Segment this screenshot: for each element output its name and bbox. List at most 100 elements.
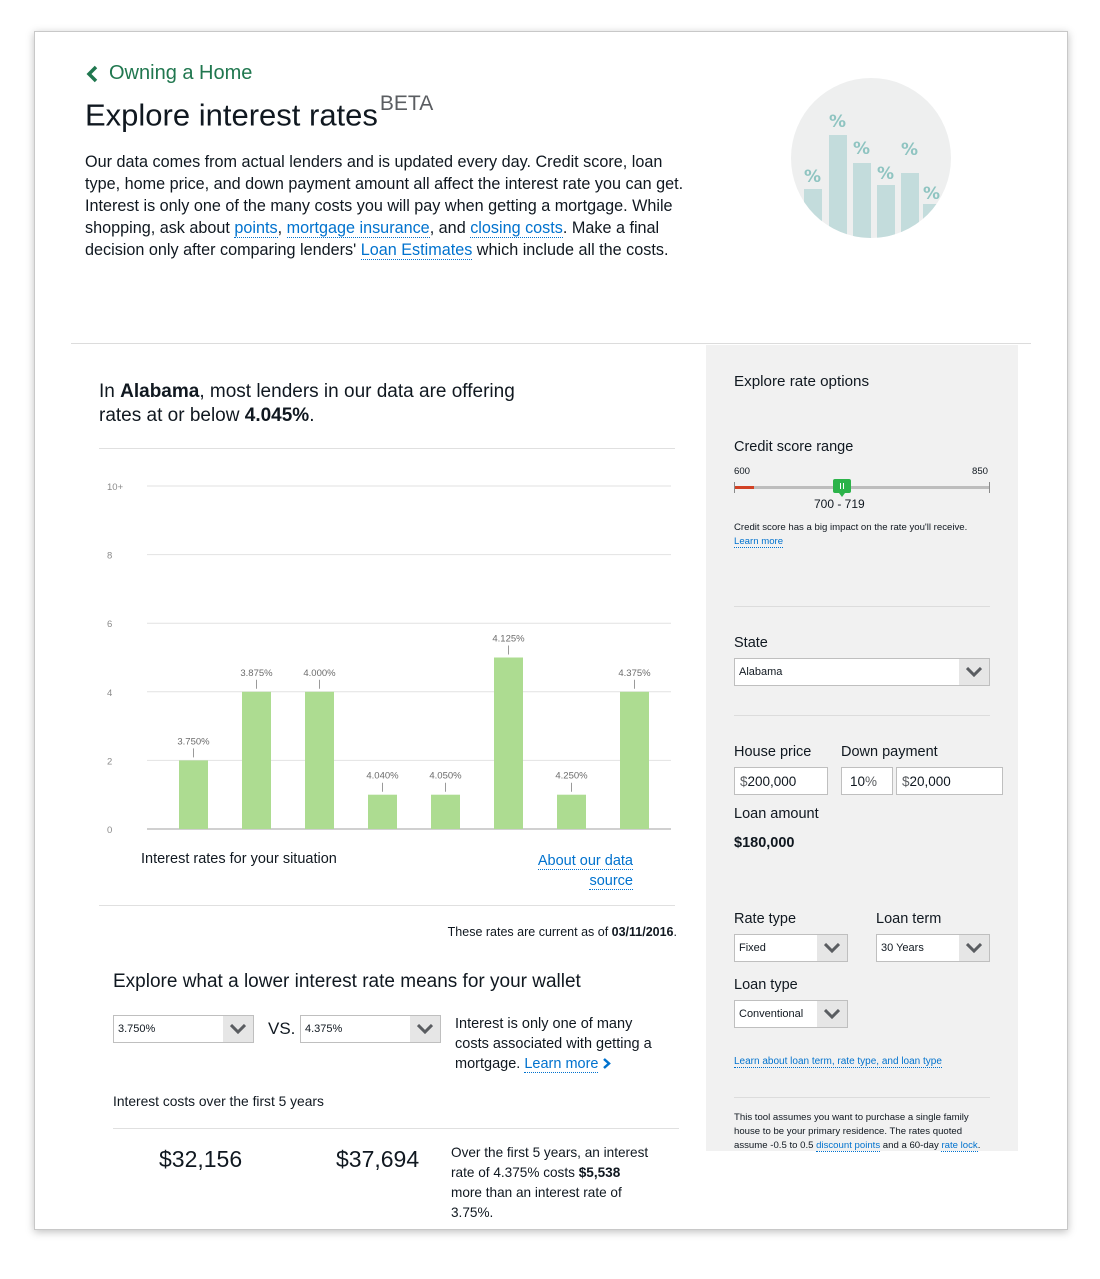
chart-bar [242, 691, 271, 829]
chart-bar [305, 691, 334, 829]
points-link[interactable]: points [234, 219, 278, 238]
loan-info-link[interactable]: Learn about loan term, rate type, and lo… [734, 1056, 942, 1068]
closing-costs-link[interactable]: closing costs [470, 219, 563, 238]
loan-term-label: Loan term [876, 911, 942, 927]
summary-state: Alabama [120, 381, 200, 402]
divider [734, 715, 990, 716]
down-percent-value: 10 [850, 773, 866, 789]
chart-bar [368, 794, 397, 829]
y-tick-label: 4 [107, 688, 112, 699]
loan-type-select[interactable]: Conventional [734, 1000, 848, 1028]
down-payment-amount-input[interactable]: $20,000 [896, 767, 1003, 795]
page-title: Explore interest ratesBETA [85, 92, 433, 133]
currency-prefix: $ [740, 773, 748, 789]
credit-note-text: Credit score has a big impact on the rat… [734, 522, 968, 533]
loan-estimates-link[interactable]: Loan Estimates [360, 241, 473, 260]
svg-text:%: % [804, 167, 821, 187]
rate-type-value: Fixed [739, 942, 766, 954]
slider-tick [989, 482, 990, 493]
down-amount-value: 20,000 [909, 773, 951, 789]
loan-amount-label: Loan amount [734, 806, 819, 822]
rate-summary: In Alabama, most lenders in our data are… [99, 380, 539, 428]
bar-label: 4.040% [366, 771, 399, 782]
interest-cost-a: $32,156 [159, 1146, 243, 1172]
divider [734, 606, 990, 607]
chevron-right-icon [603, 1058, 612, 1069]
rate-b-value: 4.375% [305, 1023, 343, 1035]
chart-bar [179, 760, 208, 829]
panel-title: Explore rate options [734, 373, 870, 390]
chart-xlabel: Interest rates for your situation [141, 851, 337, 867]
summary-rate: 4.045% [244, 405, 310, 426]
wallet-note: Interest is only one of many costs assoc… [455, 1014, 667, 1074]
down-payment-percent-input[interactable]: 10% [841, 767, 893, 795]
house-price-input[interactable]: $200,000 [734, 767, 828, 795]
y-tick-label: 0 [107, 825, 112, 836]
state-label: State [734, 635, 768, 651]
currency-prefix: $ [902, 773, 910, 789]
chevron-down-icon[interactable] [410, 1016, 440, 1042]
svg-text:%: % [923, 184, 940, 204]
bar-label: 4.050% [429, 771, 462, 782]
loan-term-select[interactable]: 30 Years [876, 934, 990, 962]
intro-text: which include all the costs. [472, 241, 669, 259]
header-divider [71, 343, 1031, 344]
credit-learn-more-link[interactable]: Learn more [734, 536, 784, 548]
page-frame: Owning a Home Explore interest ratesBETA… [34, 31, 1068, 1230]
credit-score-label: Credit score range [734, 439, 854, 455]
rate-type-select[interactable]: Fixed [734, 934, 848, 962]
bar-label: 4.000% [303, 668, 336, 679]
discount-points-link[interactable]: discount points [816, 1140, 881, 1152]
percent-suffix: % [865, 773, 878, 789]
rate-b-select[interactable]: 4.375% [300, 1015, 441, 1043]
credit-min-label: 600 [734, 466, 751, 477]
chart-xlabel-text: Interest rates for your situation [141, 851, 337, 867]
about-data-source-text[interactable]: About our data source [537, 853, 633, 890]
svg-text:%: % [901, 140, 918, 160]
rate-a-select[interactable]: 3.750% [113, 1015, 254, 1043]
cost-note-text: more than an interest rate of 3.75%. [451, 1185, 622, 1220]
divider [99, 905, 675, 906]
state-select[interactable]: Alabama [734, 658, 990, 686]
slider-track[interactable] [734, 486, 990, 489]
divider [113, 1128, 679, 1129]
down-payment-label: Down payment [841, 744, 938, 760]
chevron-down-icon[interactable] [959, 659, 989, 685]
svg-text:%: % [829, 112, 846, 132]
percent-bars-illustration: % % % % % % [791, 78, 951, 238]
house-price-label: House price [734, 744, 812, 760]
rate-type-label: Rate type [734, 911, 797, 927]
loan-info-link-wrap: Learn about loan term, rate type, and lo… [734, 1056, 942, 1068]
interest-costs-label: Interest costs over the first 5 years [113, 1094, 324, 1109]
rate-options-panel: Explore rate options Credit score range … [706, 345, 1018, 1153]
chevron-down-icon[interactable] [959, 935, 989, 961]
loan-type-value: Conventional [739, 1008, 804, 1020]
rates-chart: 0 2 4 6 8 10+ 3.750% 3.875% 4.000% 4.040% 4.050% 4.… [99, 472, 694, 892]
state-value: Alabama [739, 666, 783, 678]
house-price-value: 200,000 [747, 773, 797, 789]
vs-label: VS. [268, 1019, 296, 1038]
assume-text: . [977, 1140, 981, 1151]
mortgage-insurance-link[interactable]: mortgage insurance [286, 219, 430, 238]
credit-note: Credit score has a big impact on the rat… [734, 521, 984, 549]
chevron-down-icon[interactable] [817, 935, 847, 961]
breadcrumb[interactable]: Owning a Home [85, 62, 252, 85]
current-text: . [673, 925, 677, 939]
slider-tick [734, 482, 735, 493]
chart-bar [431, 794, 460, 829]
rates-chart-svg: 0 2 4 6 8 10+ 3.750% 3.875% 4.000% 4.040% 4.050% 4.… [107, 482, 694, 836]
chevron-down-icon[interactable] [817, 1001, 847, 1027]
about-data-source-link[interactable]: About our data source [515, 851, 633, 891]
chart-bar [494, 657, 523, 829]
slider-handle[interactable] [833, 479, 851, 497]
bar-label: 4.375% [618, 668, 651, 679]
chevron-down-icon[interactable] [223, 1016, 253, 1042]
assumptions-note: This tool assumes you want to purchase a… [734, 1111, 986, 1153]
bar-label: 4.125% [492, 634, 525, 645]
rate-lock-link[interactable]: rate lock [941, 1140, 978, 1152]
learn-more-link[interactable]: Learn more [524, 1056, 599, 1073]
interest-cost-b: $37,694 [336, 1146, 420, 1172]
breadcrumb-link[interactable]: Owning a Home [109, 62, 252, 85]
credit-range-value: 700 - 719 [814, 497, 865, 511]
divider [734, 1097, 990, 1098]
